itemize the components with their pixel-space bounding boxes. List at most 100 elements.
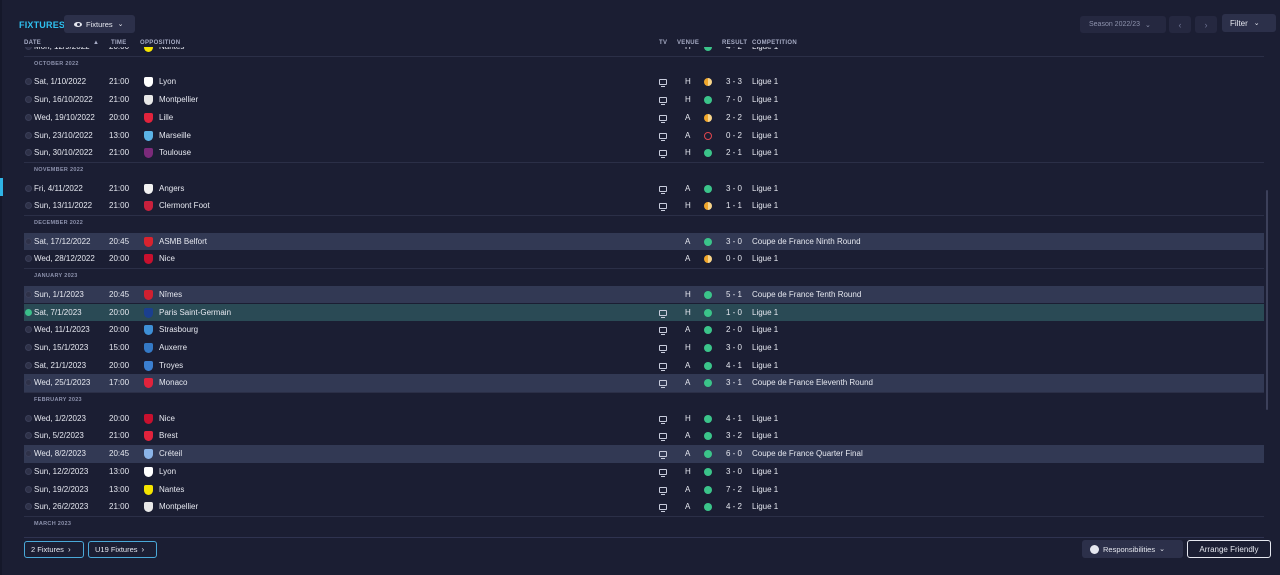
fixture-competition[interactable]: Ligue 1 [752, 321, 778, 339]
fixture-competition[interactable]: Ligue 1 [752, 304, 778, 322]
row-select-marker[interactable] [25, 96, 32, 104]
fixture-competition[interactable]: Ligue 1 [752, 427, 778, 445]
fixture-opponent[interactable]: Montpellier [159, 498, 198, 516]
row-select-marker[interactable] [25, 255, 32, 263]
fixture-row[interactable]: Wed, 25/1/2023 17:00 Monaco A 3 - 1 Coupe de … [24, 374, 1264, 392]
fixture-opponent[interactable]: Nice [159, 250, 175, 268]
row-select-marker[interactable] [25, 202, 32, 210]
row-select-marker[interactable] [25, 184, 32, 192]
fixture-opponent[interactable]: Lyon [159, 463, 176, 481]
fixture-competition[interactable]: Coupe de France Tenth Round [752, 286, 861, 304]
fixture-opponent[interactable]: Lyon [159, 73, 176, 91]
fixture-competition[interactable]: Ligue 1 [752, 197, 778, 215]
fixture-competition[interactable]: Ligue 1 [752, 144, 778, 162]
fixture-opponent[interactable]: Brest [159, 427, 178, 445]
fixture-row[interactable]: Sun, 15/1/2023 15:00 Auxerre H 3 - 0 Ligue 1 [24, 339, 1264, 357]
fixture-competition[interactable]: Ligue 1 [752, 73, 778, 91]
fixture-row[interactable]: Wed, 1/2/2023 20:00 Nice H 4 - 1 Ligue 1 [24, 410, 1264, 428]
fixture-competition[interactable]: Ligue 1 [752, 47, 778, 56]
fixture-row[interactable]: Sun, 16/10/2022 21:00 Montpellier H 7 - 0 Lig… [24, 91, 1264, 109]
fixture-row[interactable]: Sat, 7/1/2023 20:00 Paris Saint-Germain H 1 … [24, 303, 1264, 322]
fixture-row[interactable]: Sun, 12/2/2023 13:00 Lyon H 3 - 0 Ligue 1 [24, 463, 1264, 481]
fixture-opponent[interactable]: Auxerre [159, 339, 187, 357]
row-select-marker[interactable] [25, 131, 32, 139]
fixture-row[interactable]: Sun, 19/2/2023 13:00 Nantes A 7 - 2 Ligue 1 [24, 481, 1264, 499]
fixture-row[interactable]: Wed, 19/10/2022 20:00 Lille A 2 - 2 Ligue 1 [24, 109, 1264, 127]
fixture-opponent[interactable]: Marseille [159, 127, 191, 145]
fixture-row[interactable]: Wed, 8/2/2023 20:45 Créteil A 6 - 0 Coupe de … [24, 445, 1264, 463]
col-opposition[interactable]: OPPOSITION [140, 40, 180, 46]
row-select-marker[interactable] [25, 450, 32, 458]
fixture-opponent[interactable]: Montpellier [159, 91, 198, 109]
fixture-competition[interactable]: Ligue 1 [752, 498, 778, 516]
fixture-opponent[interactable]: Nantes [159, 481, 184, 499]
fixture-opponent[interactable]: Lille [159, 109, 173, 127]
fixture-opponent[interactable]: Strasbourg [159, 321, 198, 339]
fixture-row[interactable]: Wed, 11/1/2023 20:00 Strasbourg A 2 - 0 Ligue… [24, 321, 1264, 339]
filter-button[interactable]: Filter ⌄ [1222, 14, 1276, 32]
fixtures-count-button[interactable]: 2 Fixtures › [24, 541, 84, 558]
col-competition[interactable]: COMPETITION [752, 40, 797, 46]
fixture-competition[interactable]: Ligue 1 [752, 127, 778, 145]
row-select-marker[interactable] [25, 343, 32, 351]
fixture-competition[interactable]: Ligue 1 [752, 339, 778, 357]
fixture-competition[interactable]: Ligue 1 [752, 463, 778, 481]
fixture-opponent[interactable]: ASMB Belfort [159, 233, 207, 251]
season-selector[interactable]: Season 2022/23 ⌄ [1080, 16, 1166, 33]
col-venue[interactable]: VENUE [677, 40, 699, 46]
fixture-row[interactable]: Sat, 1/10/2022 21:00 Lyon H 3 - 3 Ligue 1 [24, 73, 1264, 91]
fixture-row[interactable]: Sun, 5/2/2023 21:00 Brest A 3 - 2 Ligue 1 [24, 427, 1264, 445]
fixture-opponent[interactable]: Nantes [159, 47, 184, 56]
fixture-competition[interactable]: Ligue 1 [752, 410, 778, 428]
responsibilities-button[interactable]: Responsibilities ⌄ [1082, 540, 1183, 558]
row-select-marker[interactable] [25, 78, 32, 86]
fixture-opponent[interactable]: Troyes [159, 357, 183, 375]
row-select-marker[interactable] [25, 326, 32, 334]
col-result[interactable]: RESULT [722, 40, 747, 46]
fixture-competition[interactable]: Coupe de France Quarter Final [752, 445, 863, 463]
fixture-competition[interactable]: Coupe de France Ninth Round [752, 233, 861, 251]
fixture-row[interactable]: Sat, 17/12/2022 20:45 ASMB Belfort A 3 - 0 Co… [24, 232, 1264, 251]
arrange-friendly-button[interactable]: Arrange Friendly [1187, 540, 1271, 558]
fixture-opponent[interactable]: Angers [159, 180, 184, 198]
fixture-row[interactable]: Sun, 23/10/2022 13:00 Marseille A 0 - 2 Ligue… [24, 127, 1264, 145]
row-select-marker[interactable] [25, 308, 32, 316]
row-select-marker[interactable] [25, 467, 32, 475]
scrollbar[interactable] [1266, 190, 1268, 410]
fixture-row[interactable]: Sun, 30/10/2022 21:00 Toulouse H 2 - 1 Ligue … [24, 144, 1264, 162]
row-select-marker[interactable] [25, 379, 32, 387]
fixture-opponent[interactable]: Nice [159, 410, 175, 428]
fixture-row[interactable]: Sat, 21/1/2023 20:00 Troyes A 4 - 1 Ligue 1 [24, 357, 1264, 375]
view-selector-button[interactable]: Fixtures ⌄ [64, 15, 135, 33]
fixture-row[interactable]: Sun, 26/2/2023 21:00 Montpellier A 4 - 2 Ligu… [24, 498, 1264, 516]
col-tv[interactable]: TV [659, 40, 667, 46]
fixture-opponent[interactable]: Créteil [159, 445, 182, 463]
fixture-row[interactable]: Sun, 1/1/2023 20:45 Nîmes H 5 - 1 Coupe de Fr… [24, 285, 1264, 304]
fixture-competition[interactable]: Ligue 1 [752, 481, 778, 499]
prev-season-button[interactable]: ‹ [1169, 16, 1191, 33]
fixture-opponent[interactable]: Clermont Foot [159, 197, 210, 215]
row-select-marker[interactable] [25, 503, 32, 511]
fixture-opponent[interactable]: Monaco [159, 374, 187, 392]
fixture-row[interactable]: Sun, 13/11/2022 21:00 Clermont Foot H 1 - 1 L… [24, 197, 1264, 215]
fixture-competition[interactable]: Ligue 1 [752, 357, 778, 375]
row-select-marker[interactable] [25, 432, 32, 440]
fixture-row[interactable]: Mon, 12/9/2022 20:00 Nantes H 4 - 2 Ligue 1 [24, 47, 1264, 56]
fixture-competition[interactable]: Ligue 1 [752, 180, 778, 198]
fixture-opponent[interactable]: Nîmes [159, 286, 182, 304]
fixture-row[interactable]: Fri, 4/11/2022 21:00 Angers A 3 - 0 Ligue 1 [24, 180, 1264, 198]
next-season-button[interactable]: › [1195, 16, 1217, 33]
col-time[interactable]: TIME [111, 40, 127, 46]
fixture-competition[interactable]: Ligue 1 [752, 109, 778, 127]
row-select-marker[interactable] [25, 237, 32, 245]
fixture-opponent[interactable]: Paris Saint-Germain [159, 304, 231, 322]
fixture-row[interactable]: Wed, 28/12/2022 20:00 Nice A 0 - 0 Ligue 1 [24, 250, 1264, 268]
row-select-marker[interactable] [25, 47, 32, 50]
row-select-marker[interactable] [25, 113, 32, 121]
col-date[interactable]: DATE [24, 40, 41, 46]
row-select-marker[interactable] [25, 149, 32, 157]
fixture-opponent[interactable]: Toulouse [159, 144, 191, 162]
fixture-competition[interactable]: Ligue 1 [752, 91, 778, 109]
row-select-marker[interactable] [25, 414, 32, 422]
fixture-competition[interactable]: Ligue 1 [752, 250, 778, 268]
